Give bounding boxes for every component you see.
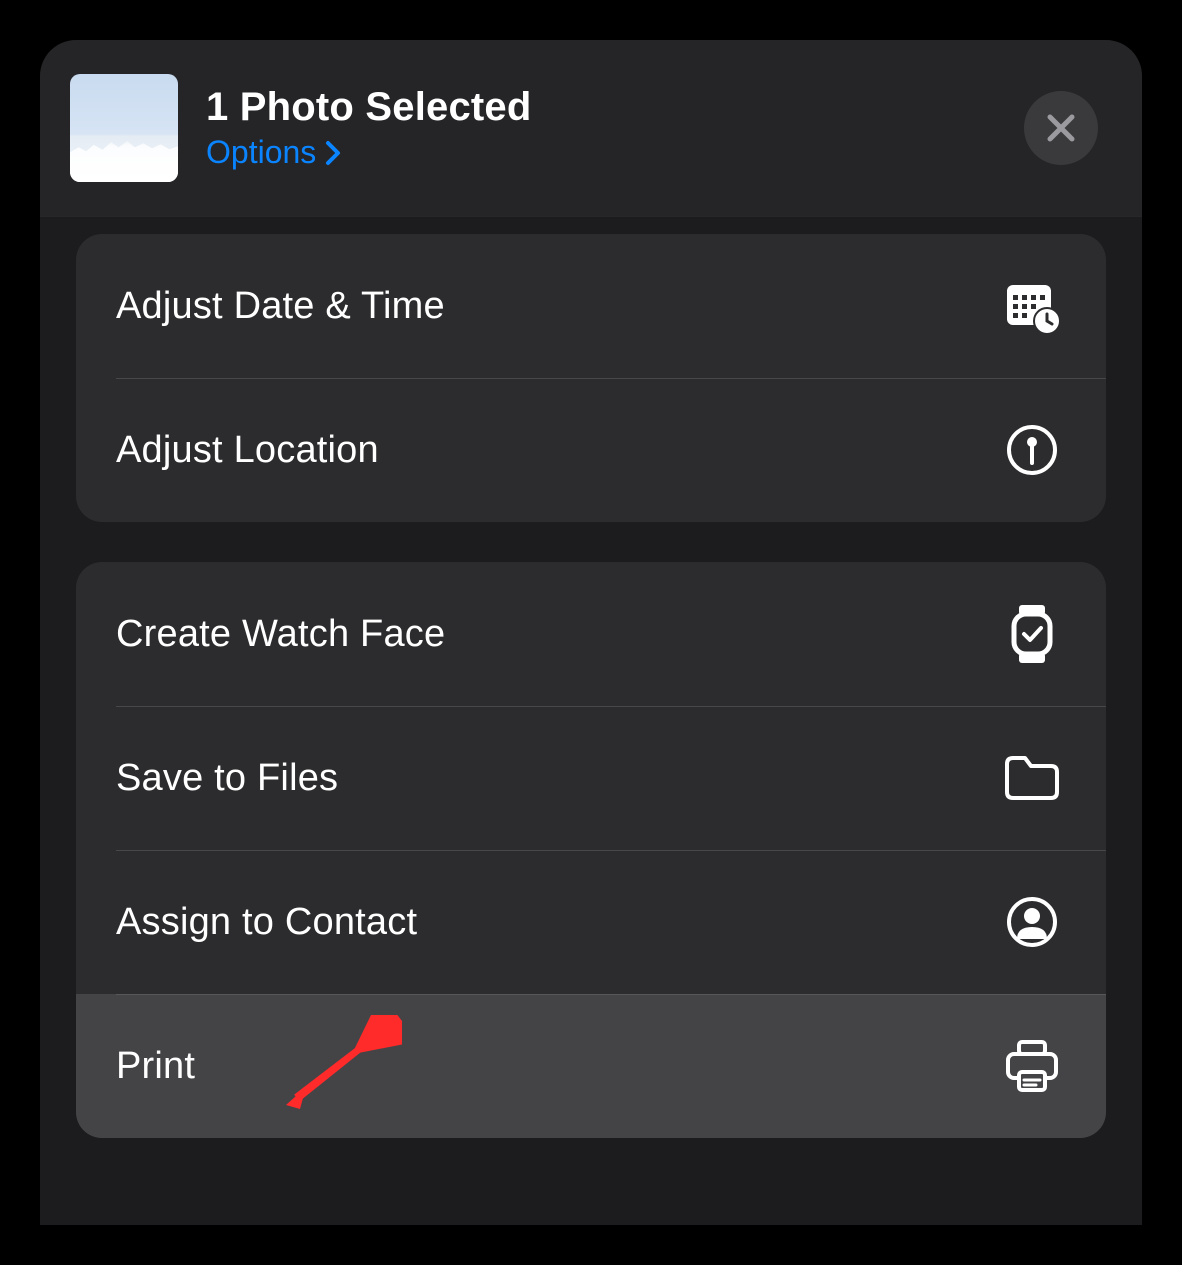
action-create-watch-face[interactable]: Create Watch Face — [76, 562, 1106, 706]
action-adjust-location[interactable]: Adjust Location — [76, 378, 1106, 522]
header-text: 1 Photo Selected Options — [206, 85, 532, 171]
action-label: Create Watch Face — [116, 613, 445, 656]
printer-icon — [1002, 1036, 1062, 1096]
action-label: Adjust Date & Time — [116, 285, 445, 328]
share-sheet-header: 1 Photo Selected Options — [40, 40, 1142, 216]
watch-icon — [1002, 604, 1062, 664]
share-sheet-window: 1 Photo Selected Options — [0, 0, 1182, 1265]
header-divider — [40, 216, 1142, 226]
chevron-right-icon — [324, 139, 342, 167]
options-label: Options — [206, 134, 316, 171]
location-pin-icon — [1002, 420, 1062, 480]
action-label: Assign to Contact — [116, 901, 417, 944]
action-assign-to-contact[interactable]: Assign to Contact — [76, 850, 1106, 994]
selected-photo-thumbnail[interactable] — [70, 74, 178, 182]
close-icon — [1044, 111, 1078, 145]
action-save-to-files[interactable]: Save to Files — [76, 706, 1106, 850]
action-group-more: Create Watch Face Save to Files — [76, 562, 1106, 1138]
action-print[interactable]: Print — [76, 994, 1106, 1138]
calendar-clock-icon — [1002, 276, 1062, 336]
action-label: Adjust Location — [116, 429, 379, 472]
close-button[interactable] — [1024, 91, 1098, 165]
share-sheet: 1 Photo Selected Options — [40, 40, 1142, 1225]
action-adjust-date-time[interactable]: Adjust Date & Time — [76, 234, 1106, 378]
action-group-adjust: Adjust Date & Time — [76, 234, 1106, 522]
options-link[interactable]: Options — [206, 134, 532, 171]
selection-title: 1 Photo Selected — [206, 85, 532, 130]
action-label: Print — [116, 1045, 195, 1088]
action-label: Save to Files — [116, 757, 338, 800]
contact-icon — [1002, 892, 1062, 952]
folder-icon — [1002, 748, 1062, 808]
